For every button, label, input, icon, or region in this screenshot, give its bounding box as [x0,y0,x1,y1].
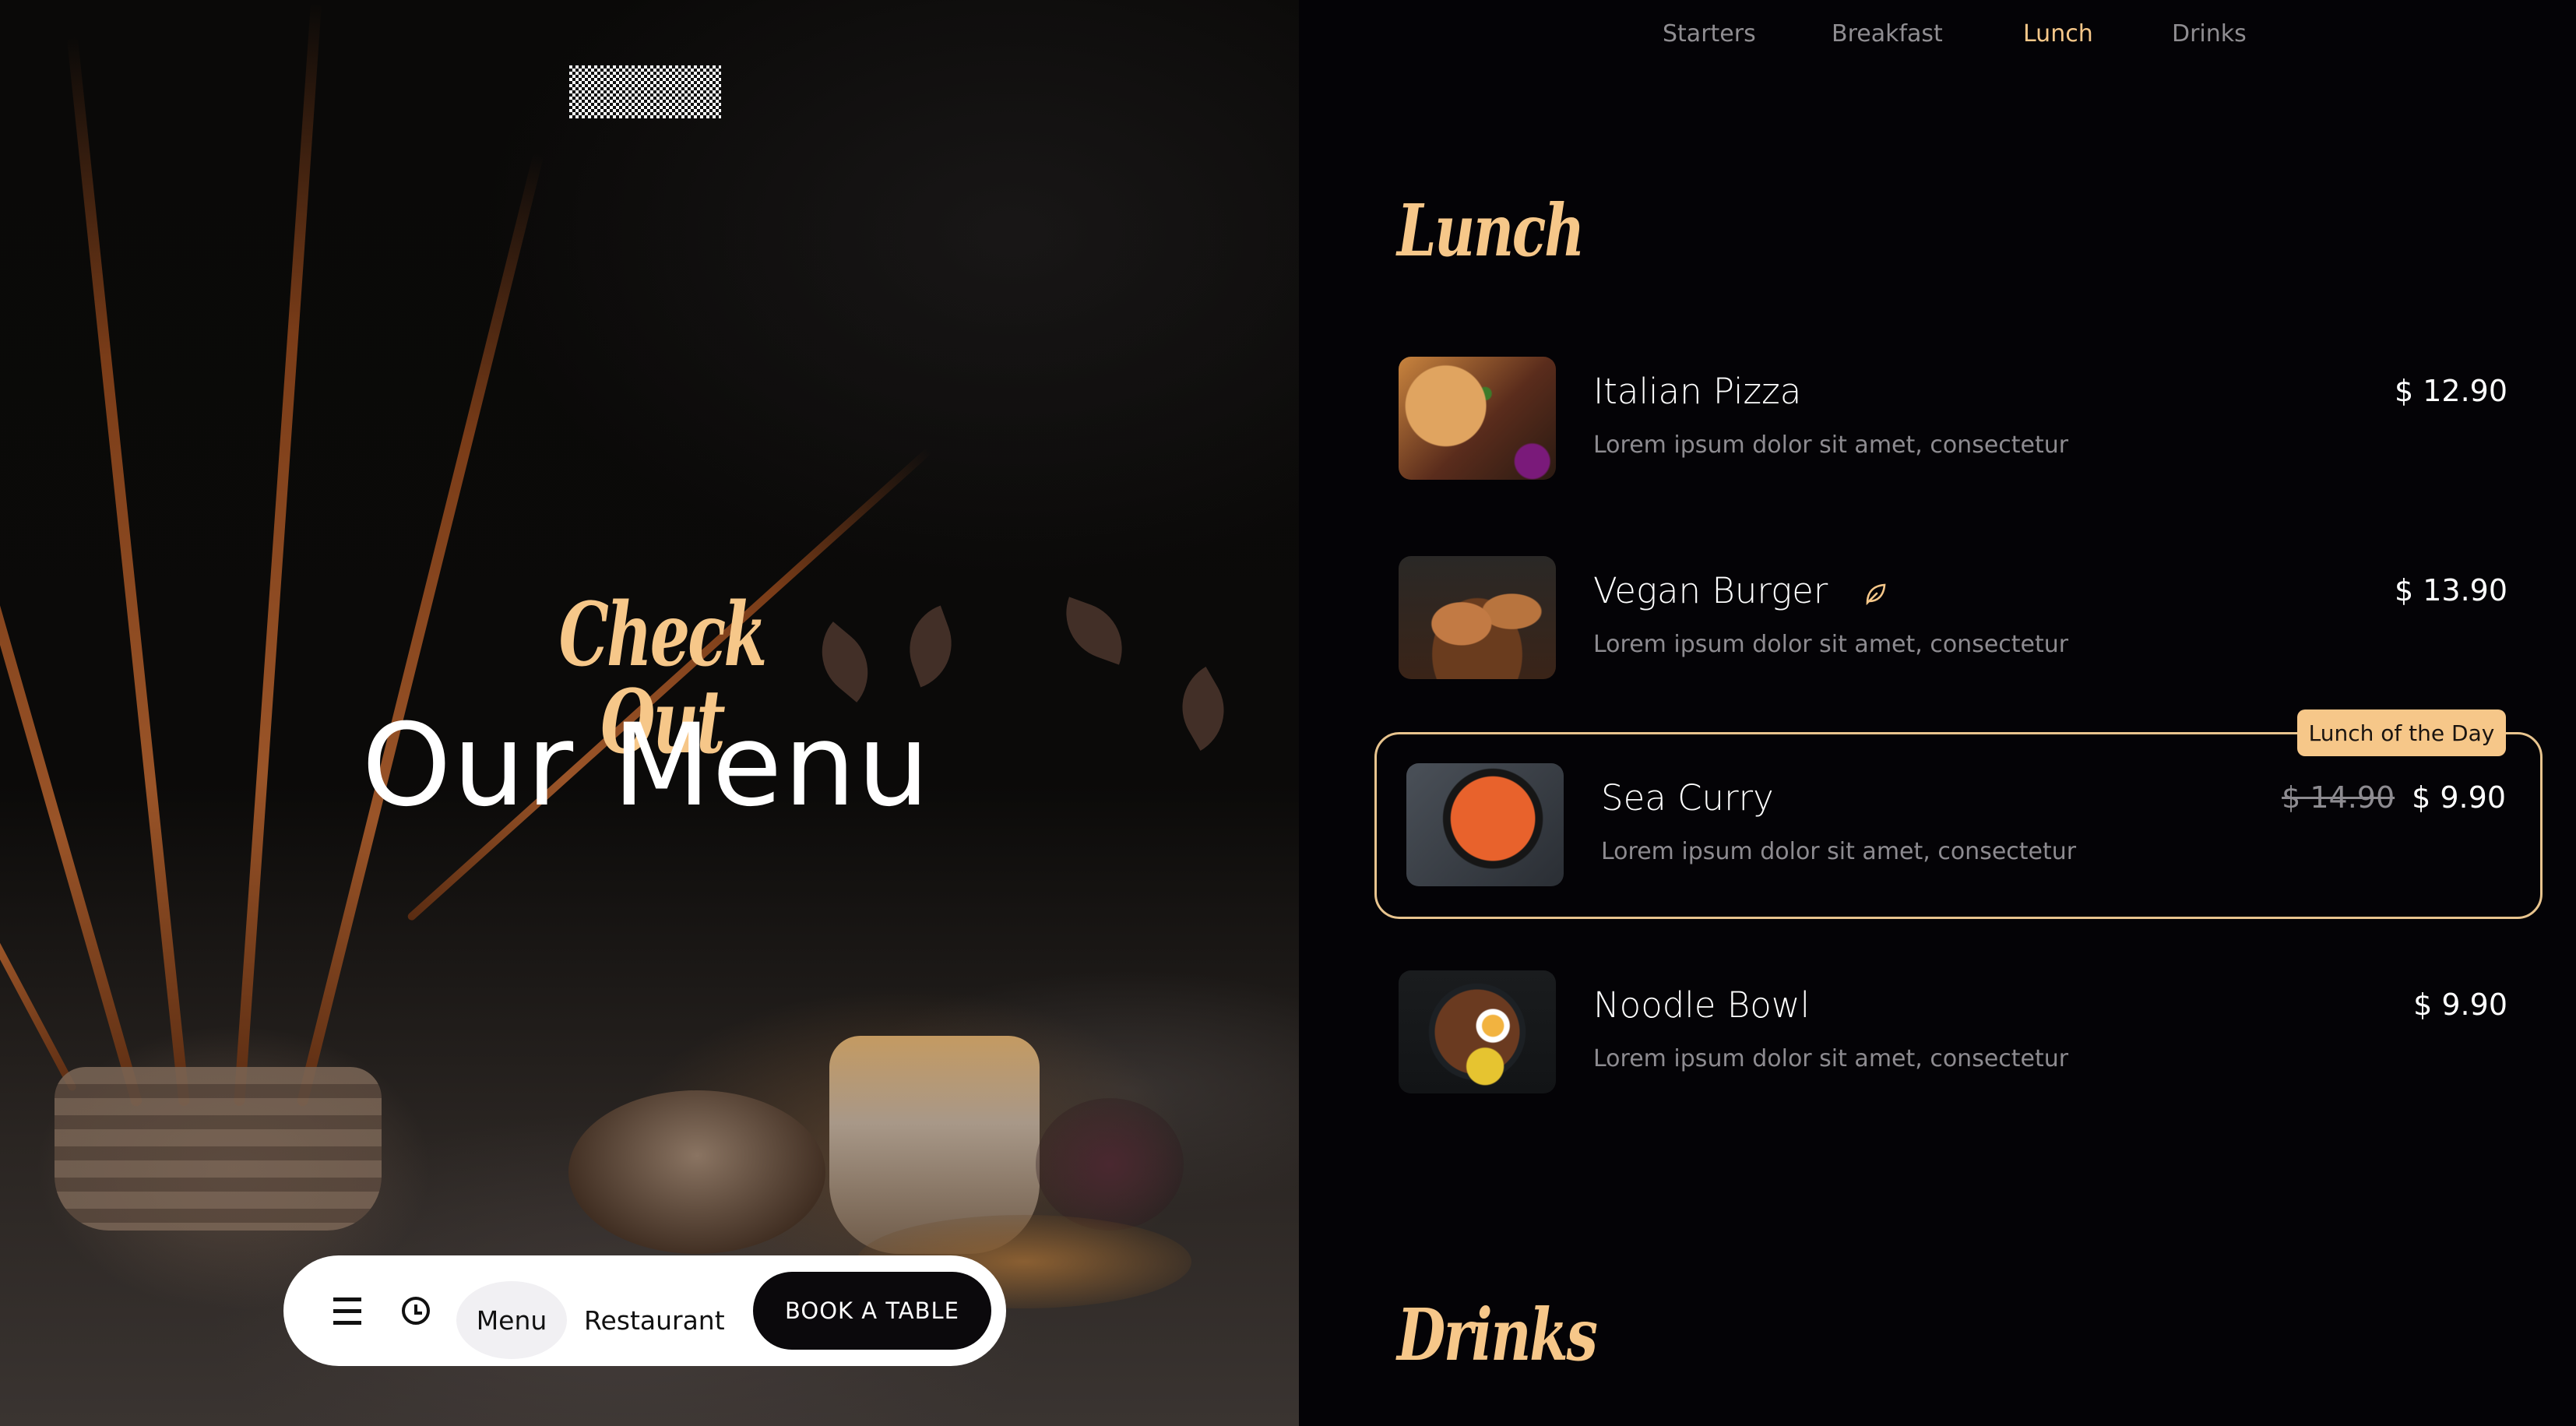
decor-stalk [0,191,143,1107]
tab-starters[interactable]: Starters [1663,20,1756,48]
decor-leaf [896,605,965,688]
noodle-bowl-photo [1399,970,1556,1093]
decor-stalk [66,36,190,1107]
section-title-drinks: Drinks [1397,1293,1598,1377]
nav-menu-link[interactable]: Menu [456,1281,567,1359]
item-name: Italian Pizza [1593,371,1802,412]
decor-vase [55,1067,382,1231]
item-description: Lorem ipsum dolor sit amet, consectetur [1601,838,2077,865]
menu-item-featured[interactable]: Sea Curry Lorem ipsum dolor sit amet, co… [1406,763,2506,888]
decor-leaf [1165,667,1241,751]
section-title-lunch: Lunch [1397,188,1585,273]
tab-drinks[interactable]: Drinks [2172,20,2247,48]
hero-title: Our Menu [361,699,931,832]
decor-bread [568,1090,825,1254]
item-description: Lorem ipsum dolor sit amet, consectetur [1593,431,2069,459]
decor-stalk [296,152,544,1107]
logo[interactable] [569,65,721,118]
menu-item[interactable]: Noodle Bowl Lorem ipsum dolor sit amet, … [1399,970,2507,1095]
nav-restaurant-link[interactable]: Restaurant [584,1281,725,1359]
item-price-row: $ 14.90 $ 9.90 [2282,780,2506,815]
item-price: $ 9.90 [2413,988,2507,1022]
item-description: Lorem ipsum dolor sit amet, consectetur [1593,631,2069,658]
item-price: $ 9.90 [2412,780,2506,815]
item-name: Vegan Burger [1593,570,1828,611]
lunch-of-the-day-badge: Lunch of the Day [2297,709,2506,756]
item-name: Noodle Bowl [1593,984,1811,1026]
hamburger-icon[interactable] [324,1287,371,1334]
decor-leaf [1053,597,1135,665]
item-price: $ 13.90 [2394,573,2507,607]
leaf-icon [1863,573,1888,614]
item-old-price: $ 14.90 [2282,780,2395,815]
tab-breakfast[interactable]: Breakfast [1832,20,1943,48]
menu-item[interactable]: Italian Pizza Lorem ipsum dolor sit amet… [1399,357,2507,481]
item-name-row: Vegan Burger [1593,570,1888,614]
tab-lunch[interactable]: Lunch [2023,20,2093,48]
item-description: Lorem ipsum dolor sit amet, consectetur [1593,1045,2069,1072]
paella-photo [1406,763,1564,886]
decor-grapes [1036,1098,1184,1231]
item-name: Sea Curry [1601,777,1774,819]
clock-icon[interactable] [392,1287,439,1334]
item-price: $ 12.90 [2394,374,2507,408]
pizza-photo [1399,357,1556,480]
decor-leaf [803,621,887,702]
book-table-button[interactable]: BOOK A TABLE [753,1272,991,1350]
decor-stalk [234,2,322,1107]
bottom-nav: Menu Restaurant BOOK A TABLE [283,1255,1006,1366]
burger-photo [1399,556,1556,679]
menu-item[interactable]: Vegan Burger Lorem ipsum dolor sit amet,… [1399,556,2507,681]
